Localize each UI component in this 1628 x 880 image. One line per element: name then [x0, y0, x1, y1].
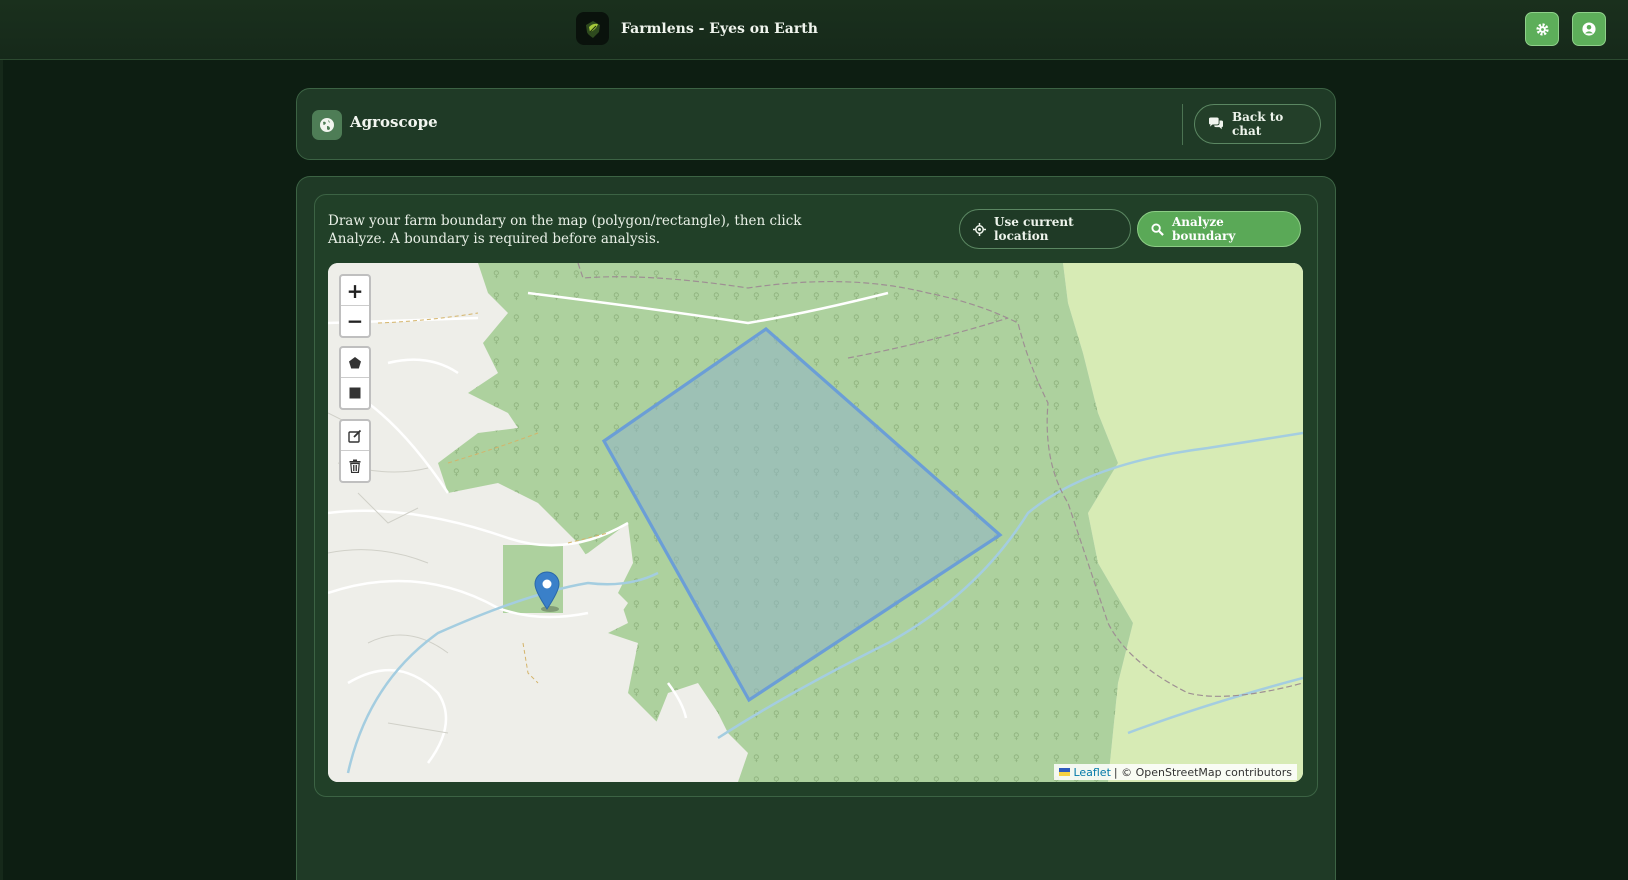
- zoom-in-button[interactable]: +: [341, 276, 369, 306]
- analyze-boundary-button[interactable]: Analyze boundary: [1137, 211, 1301, 247]
- ukraine-flag-icon: [1059, 768, 1071, 776]
- map-tiles[interactable]: ♀: [328, 263, 1303, 782]
- draw-rectangle-button[interactable]: [341, 378, 369, 408]
- instructions-text: Draw your farm boundary on the map (poly…: [328, 213, 802, 247]
- page-title: Agroscope: [350, 113, 438, 131]
- boundary-panel: Draw your farm boundary on the map (poly…: [314, 194, 1318, 797]
- osm-attribution: | © OpenStreetMap contributors: [1113, 765, 1292, 779]
- draw-polygon-button[interactable]: [341, 348, 369, 378]
- crosshair-icon: [973, 222, 986, 236]
- globe-icon: [312, 110, 342, 140]
- back-to-chat-button[interactable]: Back to chat: [1194, 104, 1321, 144]
- page-header-card: Agroscope Back to chat: [296, 88, 1336, 160]
- profile-button[interactable]: [1572, 12, 1606, 46]
- draw-toolbar: [339, 346, 371, 410]
- brand[interactable]: Farmlens - Eyes on Earth: [576, 12, 818, 45]
- zoom-out-button[interactable]: −: [341, 306, 369, 336]
- farmlens-logo-icon: [576, 12, 609, 45]
- use-current-location-button[interactable]: Use current location: [959, 209, 1131, 249]
- edit-layers-button[interactable]: [341, 421, 369, 451]
- edit-layers-icon: [348, 429, 362, 443]
- gear-icon: [1535, 22, 1549, 36]
- back-to-chat-label: Back to chat: [1232, 110, 1284, 138]
- delete-layers-button[interactable]: [341, 451, 369, 481]
- header-divider: [1182, 104, 1183, 145]
- edit-toolbar: [339, 419, 371, 483]
- map-attribution: Leaflet | © OpenStreetMap contributors: [1054, 764, 1297, 780]
- settings-button[interactable]: [1525, 12, 1559, 46]
- use-current-location-label: Use current location: [994, 215, 1074, 243]
- left-edge: [0, 60, 3, 880]
- top-bar: Farmlens - Eyes on Earth: [0, 0, 1628, 60]
- map-view[interactable]: ♀: [328, 263, 1303, 782]
- leaflet-link[interactable]: Leaflet: [1073, 766, 1110, 779]
- search-icon: [1151, 222, 1164, 236]
- draw-rectangle-icon: [349, 387, 361, 399]
- main-card: Draw your farm boundary on the map (poly…: [296, 176, 1336, 880]
- delete-layers-icon: [349, 459, 361, 473]
- user-icon: [1582, 22, 1596, 36]
- draw-polygon-icon: [349, 356, 361, 368]
- chat-bubbles-icon: [1208, 117, 1224, 131]
- app-title: Farmlens - Eyes on Earth: [621, 20, 818, 37]
- analyze-boundary-label: Analyze boundary: [1172, 215, 1236, 243]
- zoom-control: + −: [339, 274, 371, 338]
